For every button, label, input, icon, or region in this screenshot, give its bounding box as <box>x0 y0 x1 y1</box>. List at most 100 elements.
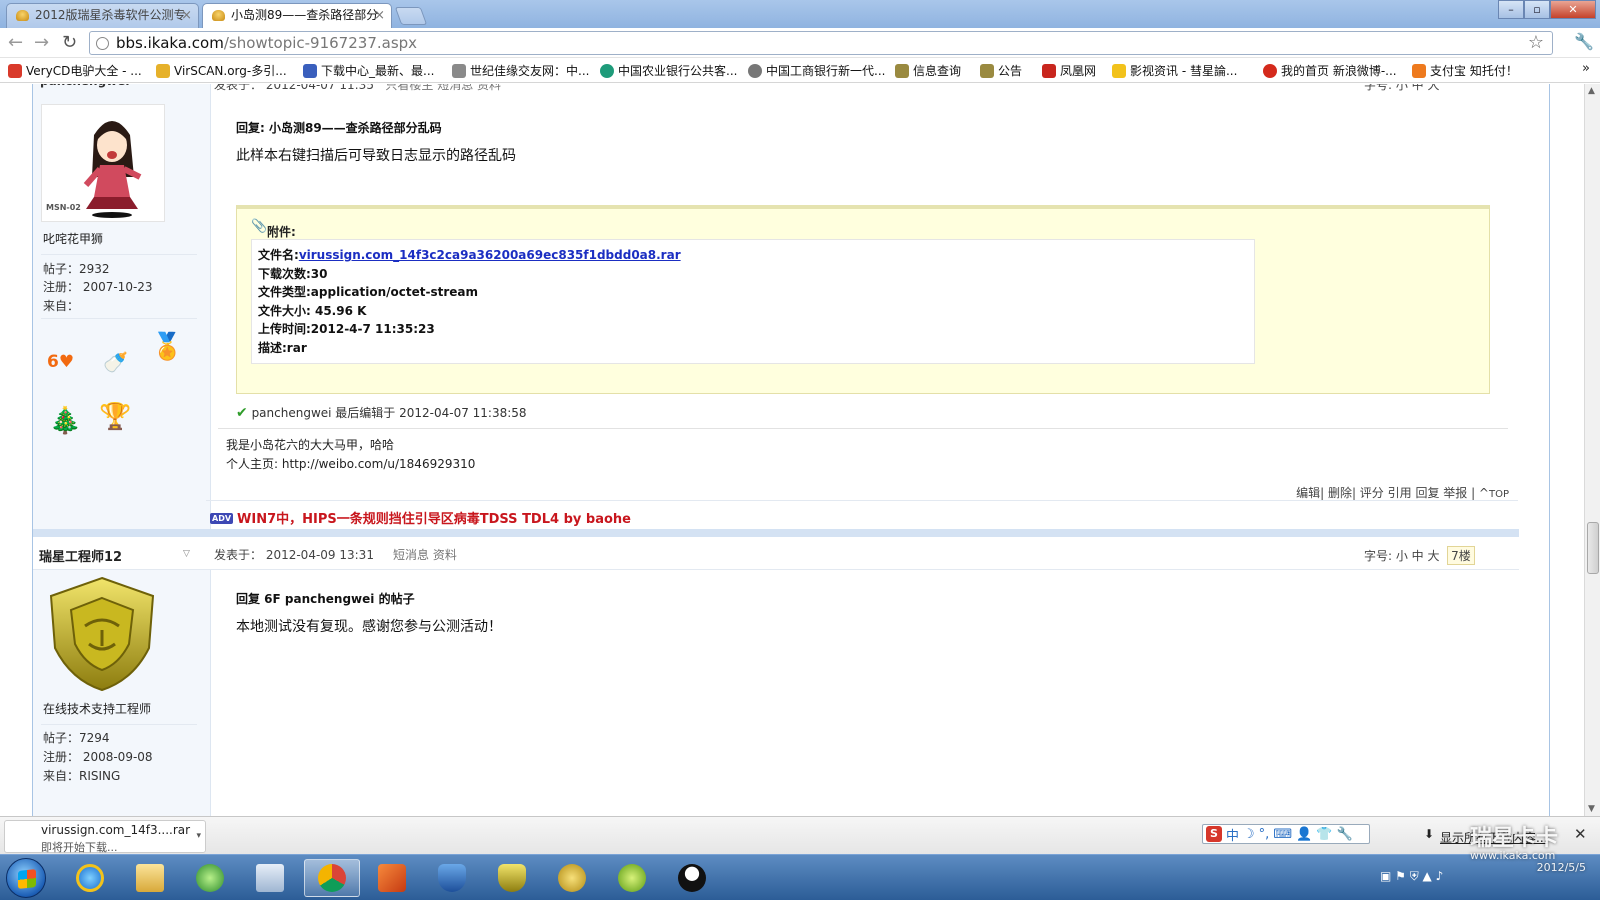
bookmark-label: 信息查询 <box>913 64 962 78</box>
tab-inactive[interactable]: 2012版瑞星杀毒软件公测专 × <box>6 3 199 28</box>
bookmark-item[interactable]: 中国工商银行新一代... <box>748 62 885 79</box>
address-bar[interactable]: bbs.ikaka.com/showtopic-9167237.aspx ☆ <box>89 31 1553 55</box>
bookmark-item[interactable]: VeryCD电驴大全 - ... <box>8 62 142 79</box>
taskbar-rising-antivirus[interactable] <box>484 859 540 897</box>
ad-link[interactable]: ADV WIN7中，HIPS一条规则挡住引导区病毒TDSS TDL4 by bao… <box>210 508 631 527</box>
bookmarks-overflow-button[interactable]: » <box>1582 61 1590 76</box>
post2-meta-links[interactable]: 短消息 资料 <box>393 548 457 562</box>
attachment-upload-time: 上传时间:2012-4-7 11:35:23 <box>258 322 435 336</box>
bookmark-item[interactable]: 世纪佳缘交友网：中... <box>452 62 589 79</box>
scroll-up-arrow-icon[interactable]: ▲ <box>1588 86 1595 96</box>
post1-location: 来自： <box>43 299 80 313</box>
new-tab-button[interactable] <box>394 7 428 25</box>
ad-link-text[interactable]: WIN7中，HIPS一条规则挡住引导区病毒TDSS TDL4 by baohe <box>237 512 631 527</box>
keyboard-icon[interactable]: ⌨ <box>1273 827 1292 842</box>
dropdown-arrow-icon[interactable]: ▾ <box>196 831 201 841</box>
taskbar-internet-explorer[interactable] <box>62 859 118 897</box>
user-icon[interactable]: 👤 <box>1296 827 1312 842</box>
taskbar-green-app[interactable] <box>604 859 660 897</box>
bookmark-item[interactable]: 公告 <box>980 62 1022 79</box>
attachment-download-link[interactable]: virussign.com_14f3c2ca9a36200a69ec835f1d… <box>299 248 681 262</box>
watermark-title: 瑞星卡卡 <box>1470 826 1559 851</box>
reload-icon[interactable]: ↻ <box>62 32 77 53</box>
wrench-menu-icon[interactable]: 🔧 <box>1574 32 1594 51</box>
bookmark-favicon-icon <box>980 64 994 78</box>
taskbar-file-explorer[interactable] <box>122 859 178 897</box>
tab-close-icon[interactable]: × <box>374 4 385 27</box>
ime-toolbar[interactable]: S 中 ☽ °, ⌨ 👤 👕 🔧 <box>1202 824 1370 844</box>
post-actions[interactable]: 编辑| 删除| 评分 引用 回复 举报 | ^ <box>1296 486 1489 500</box>
paperclip-icon: 📎 <box>251 219 268 234</box>
taskbar-calculator[interactable] <box>242 859 298 897</box>
bookmark-item[interactable]: 影视资讯 - 彗星論... <box>1112 62 1237 79</box>
baby-bottle-medal-icon: 🍼 <box>103 350 128 374</box>
taskbar-chrome[interactable] <box>304 859 360 897</box>
post1-font-size-controls[interactable]: 字号: 小 中 大 <box>1364 84 1440 93</box>
post2-font-size-controls[interactable]: 字号: 小 中 大 7楼 <box>1364 546 1475 565</box>
rising-lion-shield-icon <box>49 576 155 692</box>
scroll-down-arrow-icon[interactable]: ▼ <box>1588 804 1595 814</box>
bookmark-favicon-icon <box>895 64 909 78</box>
bookmark-item[interactable]: 信息查询 <box>895 62 961 79</box>
signature-line: 我是小岛花六的大大马甲，哈哈 <box>226 438 395 452</box>
bookmarks-bar: VeryCD电驴大全 - ... VirSCAN.org-多引... 下载中心_… <box>0 58 1600 83</box>
signature-homepage[interactable]: 个人主页: http://weibo.com/u/1846929310 <box>226 455 475 472</box>
url-text: bbs.ikaka.com/showtopic-9167237.aspx <box>116 34 417 52</box>
page-scrollbar[interactable]: ▲ ▼ <box>1584 84 1600 816</box>
close-window-button[interactable]: ✕ <box>1550 0 1596 19</box>
bookmark-item[interactable]: 支付宝 知托付！ <box>1412 62 1518 79</box>
attachment-file-size: 文件大小: 45.96 K <box>258 304 367 318</box>
download-item[interactable]: virussign.com_14f3....rar 即将开始下载... ▾ <box>4 820 206 854</box>
attachment-box: 📎 附件: 文件名:virussign.com_14f3c2ca9a36200a… <box>236 205 1490 394</box>
taskbar-orange-app[interactable] <box>364 859 420 897</box>
post1-meta-links[interactable]: 只看楼主 短消息 资料 <box>385 84 501 92</box>
shirt-icon[interactable]: 👕 <box>1316 827 1332 842</box>
scrollbar-thumb[interactable] <box>1587 522 1599 574</box>
forum-page: panchengwei MSN-02 叱咤花甲狮 帖子：2932 注册： <box>0 84 1584 816</box>
post2-user-title: 在线技术支持工程师 <box>43 702 152 716</box>
number-9-medal-icon: 🏅 <box>151 332 184 362</box>
bookmark-label: 凤凰网 <box>1060 64 1097 78</box>
ad-badge-icon: ADV <box>210 513 234 524</box>
tab-close-icon[interactable]: × <box>181 4 192 27</box>
taskbar-rising-assistant[interactable] <box>544 859 600 897</box>
sogou-ime-icon[interactable]: S <box>1206 826 1222 842</box>
bookmark-favicon-icon <box>1112 64 1126 78</box>
collapse-triangle-icon[interactable]: ▽ <box>183 549 190 559</box>
bookmark-item[interactable]: VirSCAN.org-多引... <box>156 62 287 79</box>
browser-tabstrip: 2012版瑞星杀毒软件公测专 × 小岛测89——查杀路径部分 × – ▫ ✕ <box>0 0 1600 28</box>
divider <box>41 254 197 255</box>
system-tray-icons[interactable]: ▣ ⚑ ⛨ ▲ ♪ <box>1380 869 1443 884</box>
wrench-icon[interactable]: 🔧 <box>1336 827 1352 842</box>
post1-reply-body: 此样本右键扫描后可导致日志显示的路径乱码 <box>236 148 516 164</box>
back-arrow-icon[interactable]: ← <box>8 32 23 53</box>
start-button[interactable] <box>6 858 46 898</box>
tab-active[interactable]: 小岛测89——查杀路径部分 × <box>202 3 392 28</box>
taskbar-network-app[interactable] <box>182 859 238 897</box>
ime-mode-label[interactable]: 中 <box>1226 825 1239 844</box>
minimize-button[interactable]: – <box>1498 0 1524 19</box>
download-status: 即将开始下载... <box>41 841 118 854</box>
post2-username[interactable]: 瑞星工程师12 <box>39 546 122 565</box>
bookmark-item[interactable]: 我的首页 新浪微博-... <box>1263 62 1397 79</box>
maximize-button[interactable]: ▫ <box>1524 0 1550 19</box>
taskbar-qq[interactable] <box>664 859 720 897</box>
bookmark-item[interactable]: 中国农业银行公共客... <box>600 62 737 79</box>
punctuation-icon[interactable]: °, <box>1259 827 1270 842</box>
orange-app-icon <box>378 864 406 892</box>
font-size-options[interactable]: 字号: 小 中 大 <box>1364 549 1440 563</box>
forward-arrow-icon[interactable]: → <box>34 32 49 53</box>
edit-note-text: panchengwei 最后编辑于 2012-04-07 11:38:58 <box>251 406 527 420</box>
bookmark-item[interactable]: 凤凰网 <box>1042 62 1096 79</box>
bookmark-label: VeryCD电驴大全 - ... <box>26 64 142 78</box>
bookmark-item[interactable]: 下载中心_最新、最... <box>303 62 434 79</box>
taskbar-firewall[interactable] <box>424 859 480 897</box>
back-to-top-link[interactable]: TOP <box>1489 489 1509 500</box>
bookmark-favicon-icon <box>600 64 614 78</box>
post2-post-count: 帖子：7294 <box>43 731 110 745</box>
bookmark-star-icon[interactable]: ☆ <box>1528 32 1544 53</box>
bookmark-label: 影视资讯 - 彗星論... <box>1130 64 1238 78</box>
moon-icon[interactable]: ☽ <box>1243 827 1255 842</box>
post1-action-links[interactable]: 编辑| 删除| 评分 引用 回复 举报 | ^TOP <box>1296 484 1509 501</box>
post1-username[interactable]: panchengwei <box>40 84 130 88</box>
